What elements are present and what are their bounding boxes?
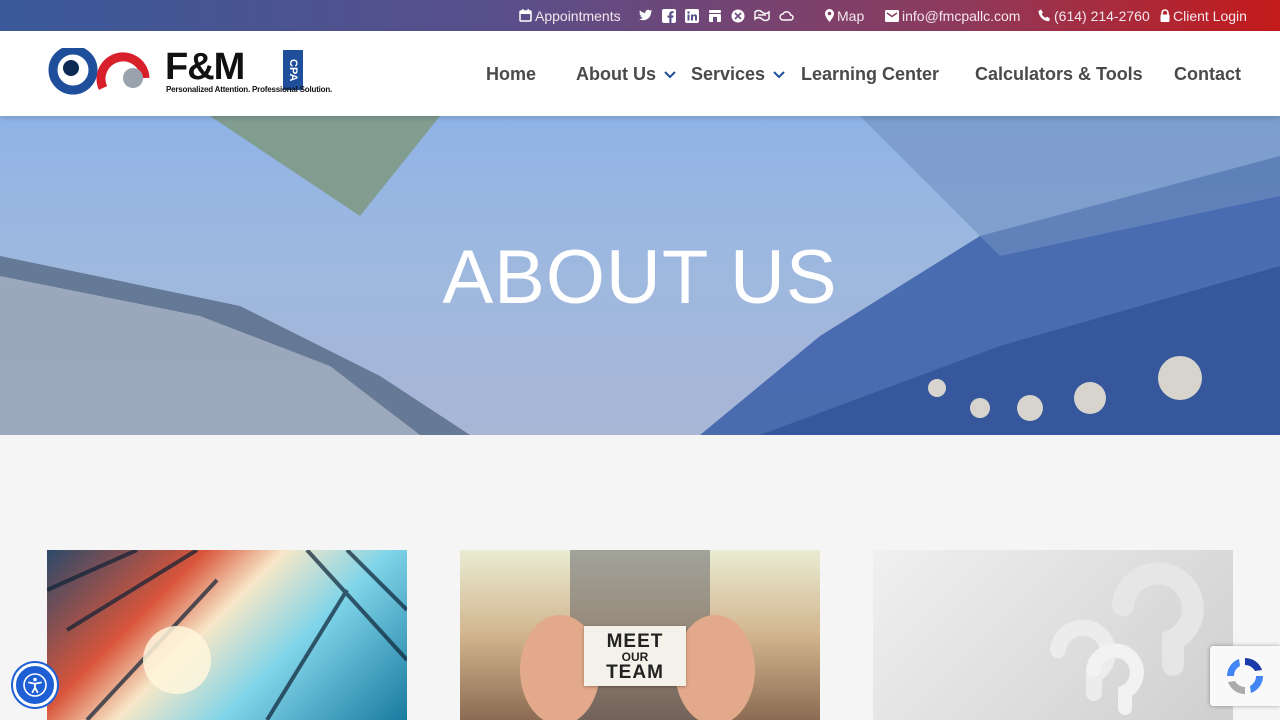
directions-icon[interactable] xyxy=(754,9,770,22)
cloud-icon[interactable] xyxy=(779,9,794,22)
logo-name: F&M xyxy=(165,46,245,88)
nav-learning-center-label: Learning Center xyxy=(801,64,940,84)
page-title: ABOUT US xyxy=(442,235,838,320)
sign-line-1: MEET xyxy=(606,631,664,652)
nav-services[interactable]: Services xyxy=(691,64,785,85)
hero-banner: ABOUT US xyxy=(0,116,1280,435)
card-image-team[interactable]: MEET OUR TEAM xyxy=(460,550,820,720)
chevron-down-icon[interactable] xyxy=(773,70,785,79)
linkedin-icon[interactable] xyxy=(685,8,699,23)
card-image-faq[interactable] xyxy=(873,550,1233,720)
nav-home-label: Home xyxy=(486,64,537,84)
recaptcha-badge[interactable] xyxy=(1210,646,1280,706)
nav-about-us-label: About Us xyxy=(576,64,656,84)
map-label: Map xyxy=(837,7,865,24)
calendar-icon xyxy=(519,9,532,22)
email-link[interactable]: info@fmcpallc.com xyxy=(885,0,1020,31)
map-pin-icon xyxy=(825,9,834,22)
google-business-icon[interactable] xyxy=(708,9,722,23)
recaptcha-icon xyxy=(1227,658,1263,694)
phone-label: (614) 214-2760 xyxy=(1054,7,1150,24)
nav-contact-label: Contact xyxy=(1174,64,1241,84)
nav-services-label: Services xyxy=(691,64,766,84)
accessibility-icon xyxy=(23,673,47,697)
logo-mark-icon xyxy=(48,48,150,95)
building-sunlight-image xyxy=(47,550,407,720)
question-marks-image xyxy=(1050,562,1204,715)
nav-calculators-tools-label: Calculators & Tools xyxy=(975,64,1143,84)
nav-contact[interactable]: Contact xyxy=(1174,64,1241,85)
nav-learning-center[interactable]: Learning Center xyxy=(801,64,939,85)
email-label: info@fmcpallc.com xyxy=(902,7,1021,24)
logo-cpa-badge: CPA xyxy=(283,50,303,90)
site-header: F&M CPA Personalized Attention. Professi… xyxy=(0,31,1280,116)
site-logo[interactable]: F&M CPA Personalized Attention. Professi… xyxy=(47,46,332,102)
yelp-icon[interactable] xyxy=(731,9,745,23)
envelope-icon xyxy=(885,9,899,22)
client-login-label: Client Login xyxy=(1173,7,1247,24)
sign-line-3: TEAM xyxy=(606,662,664,683)
accessibility-button[interactable] xyxy=(13,663,57,707)
meet-our-team-sign: MEET OUR TEAM xyxy=(584,626,686,686)
nav-home[interactable]: Home xyxy=(486,64,536,85)
logo-tagline: Personalized Attention. Professional Sol… xyxy=(166,85,333,94)
lock-icon xyxy=(1160,9,1170,22)
twitter-icon[interactable] xyxy=(639,9,653,22)
card-image-building[interactable] xyxy=(47,550,407,720)
map-link[interactable]: Map xyxy=(825,0,864,31)
appointments-label: Appointments xyxy=(535,7,621,24)
appointments-link[interactable]: Appointments xyxy=(519,0,621,31)
facebook-icon[interactable] xyxy=(662,8,676,23)
phone-icon xyxy=(1038,9,1051,22)
phone-link[interactable]: (614) 214-2760 xyxy=(1038,0,1150,31)
chevron-down-icon[interactable] xyxy=(664,70,676,79)
nav-calculators-tools[interactable]: Calculators & Tools xyxy=(975,64,1143,85)
top-bar: Appointments Map info@fmcpallc.com (614)… xyxy=(0,0,1280,31)
client-login-link[interactable]: Client Login xyxy=(1160,0,1247,31)
social-links xyxy=(639,0,794,31)
nav-about-us[interactable]: About Us xyxy=(576,64,676,85)
